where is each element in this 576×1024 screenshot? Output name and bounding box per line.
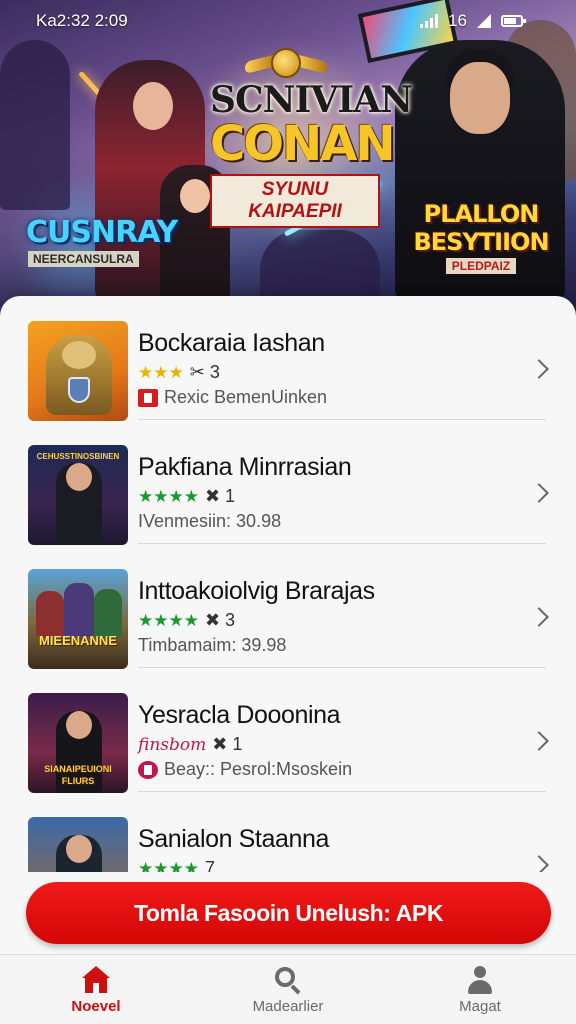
app-detail-text: IVenmesiin: 30.98 xyxy=(138,511,282,531)
status-bar: Ka2:32 2:09 16 xyxy=(0,0,576,40)
app-detail: Timbamaim: 39.98 xyxy=(138,635,286,656)
chevron-right-icon[interactable] xyxy=(529,607,549,627)
app-detail-text: Beay:: Pesrol:Msoskein xyxy=(164,759,353,779)
chevron-right-icon[interactable] xyxy=(529,483,549,503)
chevron-right-icon[interactable] xyxy=(529,359,549,379)
thumbnail-caption: MIEENANNE xyxy=(38,633,117,648)
rating-count: ✂ 3 xyxy=(189,362,220,382)
app-thumbnail xyxy=(28,817,128,876)
nav-item-search[interactable]: Madearlier xyxy=(192,955,384,1024)
bottom-navigation: Noevel Madearlier Magat xyxy=(0,954,576,1024)
app-rating: finsbom ✖ 1 xyxy=(138,734,242,755)
app-list-item[interactable]: MIEENANNE Inttoakoiolvig Brarajas ★★★★ ✖… xyxy=(0,544,576,669)
app-detail: Rexic BemenUinken xyxy=(138,387,327,408)
right-logo-subtext: PLEDPAIZ xyxy=(445,258,517,274)
app-thumbnail xyxy=(28,321,128,421)
banner-title-line2: CONAN xyxy=(210,116,396,172)
home-icon xyxy=(82,966,110,994)
app-rating: ★★★★ ✖ 1 xyxy=(138,486,235,507)
app-thumbnail: CEHUSSTINOSBINEN xyxy=(28,445,128,545)
ticket-icon xyxy=(138,760,158,779)
nav-label: Madearlier xyxy=(252,998,324,1015)
nav-label: Noevel xyxy=(71,998,121,1015)
app-thumbnail: SIANAIPEUIONI FLIURS xyxy=(28,693,128,793)
app-detail: IVenmesiin: 30.98 xyxy=(138,511,281,532)
app-rating: ★★★★ ✖ 3 xyxy=(138,610,235,631)
chevron-right-icon[interactable] xyxy=(529,731,549,751)
rating-count: ✖ 1 xyxy=(212,734,243,754)
app-name: Yesracla Dooonina xyxy=(138,701,341,729)
rating-count: ✖ 1 xyxy=(204,486,236,506)
hero-banner[interactable]: SCNIVIAN CONAN SYUNU KAIPAEPII CUSNRAY N… xyxy=(0,0,576,320)
app-list-item[interactable]: Bockaraia Iashan ★★★ ✂ 3 Rexic BemenUink… xyxy=(0,296,576,421)
status-right-text: 16 xyxy=(448,11,467,30)
app-list-item[interactable]: CEHUSSTINOSBINEN Pakfiana Minrrasian ★★★… xyxy=(0,420,576,545)
thumbnail-caption: SIANAIPEUIONI FLIURS xyxy=(44,764,112,786)
status-time: Ka2:32 2:09 xyxy=(36,11,128,30)
star-rating: ★★★★ xyxy=(138,610,199,630)
cta-bar: Tomla Fasooin Unelush: APK xyxy=(0,872,576,954)
app-name: Pakfiana Minrrasian xyxy=(138,453,352,481)
app-rating: ★★★ ✂ 3 xyxy=(138,362,220,383)
right-logo-text: PLALLON BESYTIION xyxy=(413,200,549,256)
app-list-item[interactable]: Sanialon Staanna ★★★★ 7 xyxy=(0,792,576,876)
app-name: Inttoakoiolvig Brarajas xyxy=(138,577,375,605)
tag-icon xyxy=(138,388,158,407)
app-detail-text: Rexic BemenUinken xyxy=(164,387,328,407)
left-logo-subtext: NEERCANSULRA xyxy=(28,251,139,267)
wifi-icon xyxy=(476,14,491,28)
app-name: Bockaraia Iashan xyxy=(138,329,325,357)
thumbnail-caption: CEHUSSTINOSBINEN xyxy=(36,452,120,461)
banner-character-silhouette xyxy=(0,40,70,210)
nav-item-profile[interactable]: Magat xyxy=(384,955,576,1024)
download-apk-button[interactable]: Tomla Fasooin Unelush: APK xyxy=(26,882,551,944)
star-rating: finsbom xyxy=(138,734,207,755)
app-thumbnail: MIEENANNE xyxy=(28,569,128,669)
banner-title-line1: SCNIVIAN xyxy=(210,79,413,121)
app-detail: Beay:: Pesrol:Msoskein xyxy=(138,759,352,780)
search-icon xyxy=(274,966,302,995)
battery-icon xyxy=(500,15,526,27)
nav-label: Magat xyxy=(459,998,501,1015)
app-detail-text: Timbamaim: 39.98 xyxy=(138,635,287,655)
app-name: Sanialon Staanna xyxy=(138,825,329,853)
banner-title-block: SCNIVIAN CONAN SYUNU KAIPAEPII xyxy=(210,79,413,228)
nav-item-home[interactable]: Noevel xyxy=(0,955,192,1024)
user-icon xyxy=(466,966,494,994)
app-list-item[interactable]: SIANAIPEUIONI FLIURS Yesracla Dooonina f… xyxy=(0,668,576,793)
signal-icon xyxy=(420,14,438,28)
left-logo-text: CUSNRAY xyxy=(26,215,178,250)
app-list: Bockaraia Iashan ★★★ ✂ 3 Rexic BemenUink… xyxy=(0,296,576,876)
star-rating: ★★★★ xyxy=(138,486,199,506)
banner-right-logo: PLALLON BESYTIION PLEDPAIZ xyxy=(406,200,556,275)
banner-subtitle: SYUNU KAIPAEPII xyxy=(210,174,380,228)
rating-count: ✖ 3 xyxy=(204,610,236,630)
star-rating: ★★★ xyxy=(138,362,184,382)
status-indicators: 16 xyxy=(420,11,526,31)
banner-left-logo: CUSNRAY NEERCANSULRA xyxy=(26,215,178,268)
